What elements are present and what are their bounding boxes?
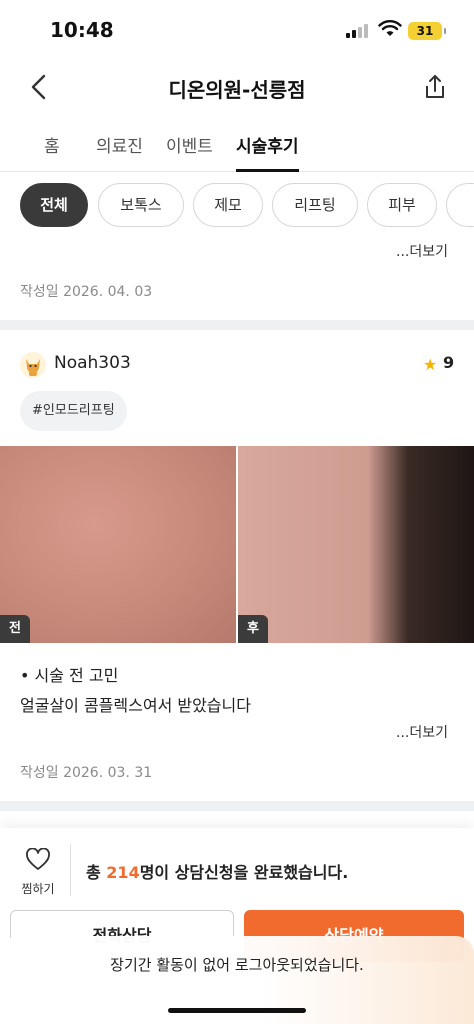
consult-suffix: 명이 상담신청을 완료했습니다. [139,863,349,882]
status-bar: 10:48 31 [0,0,474,62]
wifi-icon [378,20,402,36]
filter-chip-all[interactable]: 전체 [20,183,88,227]
review-tag[interactable]: #인모드리프팅 [20,391,127,431]
heart-icon [26,848,50,870]
cellular-signal-icon [346,24,372,38]
section-divider [0,320,474,330]
status-time: 10:48 [50,18,114,42]
prev-review-date: 작성일 2026. 04. 03 [20,284,153,300]
consult-count-text: 총 214명이 상담신청을 완료했습니다. [86,859,348,883]
filter-chip-skin[interactable]: 피부 [367,183,437,227]
app-header: 디온의원-선릉점 [0,62,474,114]
consult-prefix: 총 [86,863,107,882]
tab-bar: 홈 의료진 이벤트 시술후기 [0,122,474,172]
battery-icon: 31 [408,22,446,40]
page-title: 디온의원-선릉점 [168,78,306,102]
section-divider [0,801,474,811]
filter-chip-botox[interactable]: 보톡스 [98,183,184,227]
filter-chip-lifting[interactable]: 리프팅 [272,183,358,227]
tab-reviews[interactable]: 시술후기 [236,132,299,172]
tab-home[interactable]: 홈 [44,132,60,172]
tab-doctors[interactable]: 의료진 [96,132,143,172]
filter-chip-hair-removal[interactable]: 제모 [193,183,263,227]
review-date: 작성일 2026. 03. 31 [20,765,153,781]
review-more-link[interactable]: ...더보기 [396,722,448,742]
prev-review-more-link[interactable]: ...더보기 [396,241,448,261]
like-label: 찜하기 [21,882,55,896]
review-username[interactable]: Noah303 [54,353,131,373]
toast-message: 장기간 활동이 없어 로그아웃되었습니다. [110,956,364,974]
before-photo[interactable]: 전 [0,446,236,643]
star-icon: ★ [423,355,438,374]
share-icon[interactable] [420,72,450,102]
filter-chips: 전체 보톡스 제모 리프팅 피부 필 [0,178,474,236]
before-label: 전 [0,615,30,643]
after-photo[interactable]: 후 [238,446,474,643]
tab-events[interactable]: 이벤트 [166,132,213,172]
user-avatar-icon [20,352,46,378]
vertical-divider [70,844,71,896]
review-concern-heading: • 시술 전 고민 [20,666,119,685]
like-button[interactable]: 찜하기 [14,846,62,902]
filter-chip-peel[interactable]: 필 [446,183,474,227]
review-rating: 9 [443,353,455,372]
home-indicator[interactable] [168,1008,306,1013]
review-text: 얼굴살이 콤플렉스여서 받았습니다 [20,696,251,715]
consult-count: 214 [106,863,140,882]
after-label: 후 [238,615,268,643]
